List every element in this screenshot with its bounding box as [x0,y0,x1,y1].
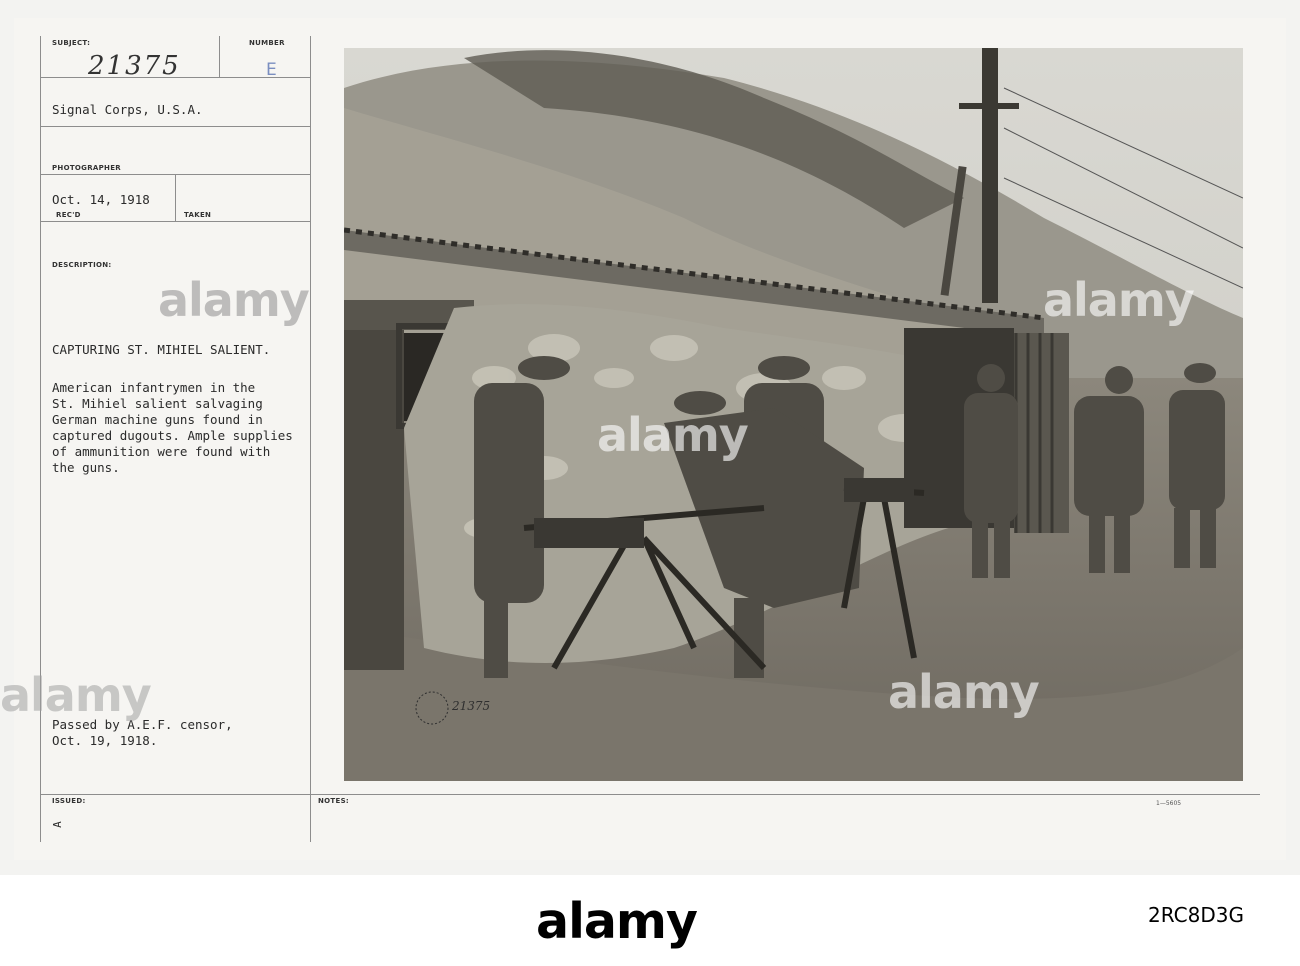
handwritten-subject-number: 21375 [88,51,181,81]
subject-number-divider [219,36,220,78]
recd-taken-divider [175,174,176,221]
rule-under-date [40,221,310,222]
archival-photograph: 21375 [344,48,1243,781]
description-title: CAPTURING ST. MIHIEL SALIENT. [52,342,271,357]
photo-scene: 21375 [344,48,1243,781]
description-line: of ammunition were found with [52,444,271,459]
description-line: the guns. [52,460,120,475]
subject-label: SUBJECT: [52,39,91,47]
issued-label: ISSUED: [52,797,86,805]
watermark: alamy [888,665,1040,719]
watermark: alamy [158,273,310,327]
date-received: Oct. 14, 1918 [52,192,150,207]
description-label: DESCRIPTION: [52,261,112,269]
notes-label: NOTES: [318,797,350,805]
number-stamp: E [266,60,277,80]
form-code: 1—5605 [1156,800,1182,807]
description-line: American infantrymen in the [52,380,256,395]
watermark: alamy [1043,273,1195,327]
description-body: American infantrymen in the St. Mihiel s… [52,380,293,476]
description-line: captured dugouts. Ample supplies [52,428,293,443]
number-label: NUMBER [249,39,285,47]
alamy-logo: alamy [536,893,698,950]
column-divider-line [310,36,311,842]
photographer-label: PHOTOGRAPHER [52,164,121,172]
issued-mark: A [50,821,64,828]
negative-number: 21375 [451,699,490,713]
agency-text: Signal Corps, U.S.A. [52,102,203,117]
bottom-rule [40,794,1260,795]
watermark: alamy [0,668,152,722]
recd-label: REC'D [56,211,81,219]
description-line: St. Mihiel salient salvaging [52,396,263,411]
rule-under-agency [40,126,310,127]
taken-label: TAKEN [184,211,212,219]
image-id: 2RC8D3G [1148,903,1244,927]
censor-line: Oct. 19, 1918. [52,733,158,748]
description-line: German machine guns found in [52,412,263,427]
watermark: alamy [597,408,749,462]
